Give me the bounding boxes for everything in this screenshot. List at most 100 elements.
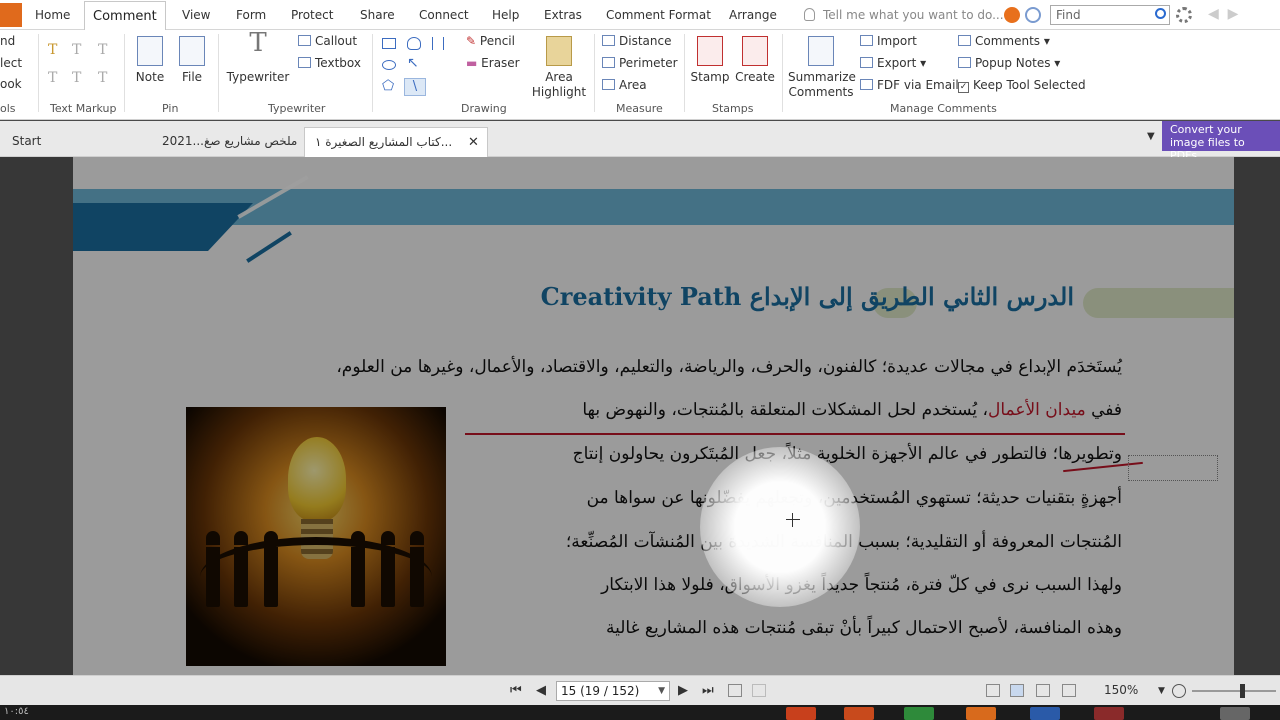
annotation-selection-box[interactable] (1128, 455, 1218, 481)
tell-me-box[interactable]: Tell me what you want to do... (804, 0, 1004, 30)
red-underline-annotation[interactable] (465, 433, 1125, 435)
menu-connect[interactable]: Connect (419, 0, 469, 30)
taskbar-app-icon[interactable] (1030, 707, 1060, 720)
stamp-button[interactable]: Stamp (690, 36, 730, 85)
import-button[interactable]: Import (860, 34, 917, 48)
oval-icon[interactable] (382, 60, 396, 70)
paste-page-icon[interactable] (752, 684, 766, 697)
insert-text-icon[interactable]: T (98, 70, 107, 86)
page-number-input[interactable]: 15 (19 / 152) ▼ (556, 681, 670, 701)
copy-page-icon[interactable] (728, 684, 742, 697)
zoom-slider-thumb[interactable] (1240, 684, 1245, 698)
link-icon[interactable] (432, 37, 444, 50)
os-taskbar: ١٠:٥٤ (0, 705, 1280, 720)
hand-tool-label[interactable]: nd (0, 34, 15, 48)
pencil-button[interactable]: ✎ Pencil (466, 34, 515, 48)
cloud-icon[interactable] (407, 37, 421, 50)
zoom-level[interactable]: 150% (1104, 683, 1138, 697)
single-page-view-icon[interactable] (986, 684, 1000, 697)
polygon-icon[interactable]: ⬠ (382, 78, 394, 94)
note-icon (137, 36, 163, 66)
chevron-down-icon[interactable]: ▼ (1158, 686, 1165, 696)
convert-promo-banner[interactable]: Convert your image files to PDFs (1162, 121, 1280, 162)
first-page-icon[interactable]: ⏮ (510, 683, 522, 698)
arrow-icon[interactable]: ↖ (407, 55, 419, 71)
chevron-down-icon[interactable]: ▼ (1147, 131, 1155, 142)
file-label: File (181, 70, 203, 84)
typewriter-button[interactable]: T Typewriter (226, 30, 290, 85)
person-figure (351, 531, 365, 607)
note-button[interactable]: Note (134, 36, 166, 85)
menu-form[interactable]: Form (236, 0, 266, 30)
menu-view[interactable]: View (182, 0, 210, 30)
continuous-view-icon[interactable] (1010, 684, 1024, 697)
account-icon[interactable] (1025, 7, 1041, 23)
squiggly-text-icon[interactable]: T (48, 70, 57, 86)
feedback-icon[interactable] (1004, 7, 1020, 23)
chevron-down-icon[interactable]: ▼ (658, 682, 665, 700)
perimeter-button[interactable]: Perimeter (602, 56, 678, 70)
callout-button[interactable]: Callout (298, 34, 357, 48)
highlight-text-icon[interactable]: T (48, 42, 57, 58)
eraser-button[interactable]: ▬ Eraser (466, 56, 520, 70)
textbox-button[interactable]: Textbox (298, 56, 361, 70)
menu-comment[interactable]: Comment (84, 1, 166, 31)
taskbar-app-icon[interactable] (904, 707, 934, 720)
area-highlight-button[interactable]: Area Highlight (530, 36, 588, 100)
taskbar-app-icon[interactable] (844, 707, 874, 720)
file-button[interactable]: File (176, 36, 208, 85)
next-page-icon[interactable]: ▶ (678, 683, 688, 698)
underline-text-icon[interactable]: T (98, 42, 107, 58)
menu-share[interactable]: Share (360, 0, 395, 30)
comments-dropdown[interactable]: Comments ▾ (958, 34, 1050, 48)
continuous-facing-view-icon[interactable] (1062, 684, 1076, 697)
replace-text-icon[interactable]: T (72, 70, 81, 86)
fdf-email-label: FDF via Email (877, 78, 959, 92)
line-icon[interactable]: \ (404, 78, 426, 96)
create-stamp-button[interactable]: Create (734, 36, 776, 85)
taskbar-app-icon[interactable] (1094, 707, 1124, 720)
menu-comment-format[interactable]: Comment Format (606, 0, 711, 30)
menu-arrange[interactable]: Arrange (729, 0, 777, 30)
taskbar-app-icon[interactable] (786, 707, 816, 720)
previous-page-icon[interactable]: ◀ (536, 683, 546, 698)
keep-tool-selected-checkbox[interactable]: ✓ Keep Tool Selected (958, 78, 1086, 93)
nav-arrows[interactable]: ◀ ▶ (1208, 6, 1238, 22)
menu-help[interactable]: Help (492, 0, 519, 30)
fdf-email-button[interactable]: FDF via Email (860, 78, 959, 92)
document-viewport[interactable]: الدرس الثاني الطريق إلى الإبداع Creativi… (0, 157, 1280, 675)
find-input[interactable]: Find (1050, 5, 1170, 25)
menu-extras[interactable]: Extras (544, 0, 582, 30)
chevron-down-icon: ▾ (1043, 34, 1050, 48)
facing-view-icon[interactable] (1036, 684, 1050, 697)
zoom-slider[interactable] (1192, 690, 1276, 692)
tab-summary-doc[interactable]: ملخص مشاريع صغ...2021 (152, 127, 307, 157)
zoom-out-icon[interactable] (1172, 684, 1186, 698)
paragraph-line: ففي ميدان الأعمال، يُستخدم لحل المشكلات … (582, 400, 1122, 420)
highlighted-phrase: ميدان الأعمال (987, 400, 1086, 420)
taskbar-app-icon[interactable] (966, 707, 996, 720)
menu-home[interactable]: Home (35, 0, 70, 30)
distance-button[interactable]: Distance (602, 34, 671, 48)
tab-book-doc[interactable]: كتاب المشاريع الصغيرة ١... (304, 127, 488, 157)
menu-protect[interactable]: Protect (291, 0, 333, 30)
note-label: Note (135, 70, 165, 84)
close-icon[interactable]: ✕ (468, 135, 479, 150)
search-icon[interactable] (1155, 8, 1166, 19)
rectangle-icon[interactable] (382, 38, 396, 49)
export-button[interactable]: Export ▾ (860, 56, 926, 70)
popup-notes-dropdown[interactable]: Popup Notes ▾ (958, 56, 1060, 70)
tab-start[interactable]: Start (2, 127, 51, 157)
app-icon[interactable] (0, 3, 22, 27)
gear-icon[interactable] (1176, 7, 1192, 23)
last-page-icon[interactable]: ⏭ (702, 683, 714, 698)
person-figure (410, 531, 424, 607)
summarize-comments-button[interactable]: Summarize Comments (788, 36, 856, 100)
person-figure (264, 531, 278, 607)
ribbon-separator (684, 34, 685, 112)
area-button[interactable]: Area (602, 78, 647, 92)
strikeout-text-icon[interactable]: T (72, 42, 81, 58)
taskbar-app-icon[interactable] (1220, 707, 1250, 720)
select-tool-label[interactable]: lect (0, 56, 22, 70)
zoom-tool-label[interactable]: ook (0, 77, 22, 91)
